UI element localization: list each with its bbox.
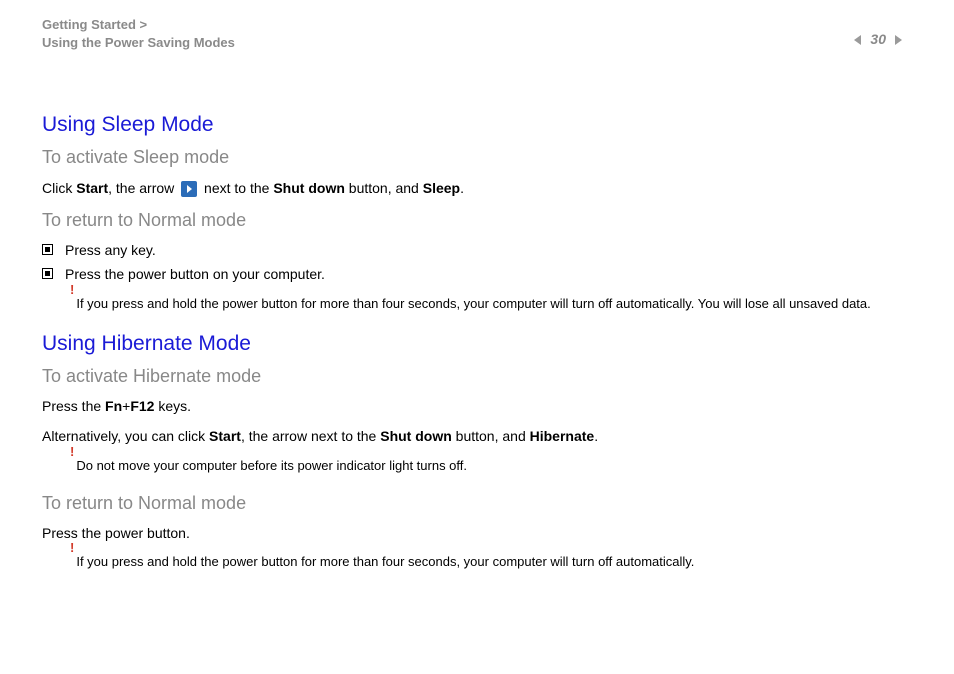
text-fragment: keys.	[154, 398, 191, 414]
text-fragment: Alternatively, you can click	[42, 428, 209, 444]
text-bold-sleep: Sleep	[423, 180, 460, 196]
arrow-button-icon	[181, 181, 197, 197]
breadcrumb: Getting Started > Using the Power Saving…	[42, 16, 912, 52]
text-bold-fn: Fn	[105, 398, 122, 414]
paragraph-press-power: Press the power button.	[42, 524, 912, 544]
paragraph-fn-f12: Press the Fn+F12 keys.	[42, 397, 912, 417]
paragraph-alternatively: Alternatively, you can click Start, the …	[42, 427, 912, 447]
warning-note-2: ! Do not move your computer before its p…	[70, 457, 912, 475]
page-header: Getting Started > Using the Power Saving…	[42, 16, 912, 52]
page-number-nav: 30	[852, 30, 904, 50]
page-content: Using Sleep Mode To activate Sleep mode …	[42, 110, 912, 588]
warning-text: Do not move your computer before its pow…	[76, 457, 467, 475]
text-bold-hibernate: Hibernate	[530, 428, 595, 444]
text-bold-start: Start	[209, 428, 241, 444]
warning-icon: !	[70, 443, 74, 461]
warning-text: If you press and hold the power button f…	[76, 553, 694, 571]
breadcrumb-line-1: Getting Started >	[42, 16, 912, 34]
subheading-activate-sleep: To activate Sleep mode	[42, 145, 912, 170]
text-bold-shutdown: Shut down	[273, 180, 345, 196]
paragraph-activate-sleep: Click Start, the arrow next to the Shut …	[42, 179, 912, 199]
text-fragment: next to the	[200, 180, 273, 196]
subheading-return-normal-1: To return to Normal mode	[42, 208, 912, 233]
subheading-activate-hibernate: To activate Hibernate mode	[42, 364, 912, 389]
text-fragment: button, and	[345, 180, 423, 196]
list-item: Press the power button on your computer.	[42, 265, 912, 285]
list-item-text: Press the power button on your computer.	[65, 265, 325, 285]
text-fragment: , the arrow	[108, 180, 178, 196]
text-fragment: .	[460, 180, 464, 196]
bullet-icon	[42, 268, 53, 279]
breadcrumb-line-2: Using the Power Saving Modes	[42, 34, 912, 52]
bullet-icon	[42, 244, 53, 255]
heading-hibernate-mode: Using Hibernate Mode	[42, 329, 912, 358]
warning-note-1: ! If you press and hold the power button…	[70, 295, 912, 313]
text-fragment: Click	[42, 180, 76, 196]
text-fragment: .	[594, 428, 598, 444]
warning-icon: !	[70, 539, 74, 557]
prev-page-icon[interactable]	[852, 34, 864, 46]
text-fragment: Press the	[42, 398, 105, 414]
list-item-text: Press any key.	[65, 241, 156, 261]
warning-text: If you press and hold the power button f…	[76, 295, 870, 313]
list-item: Press any key.	[42, 241, 912, 261]
text-bold-start: Start	[76, 180, 108, 196]
warning-icon: !	[70, 281, 74, 299]
text-fragment: button, and	[452, 428, 530, 444]
heading-sleep-mode: Using Sleep Mode	[42, 110, 912, 139]
subheading-return-normal-2: To return to Normal mode	[42, 491, 912, 516]
page-number: 30	[870, 30, 886, 50]
text-fragment: , the arrow next to the	[241, 428, 380, 444]
next-page-icon[interactable]	[892, 34, 904, 46]
text-bold-shutdown: Shut down	[380, 428, 452, 444]
text-bold-f12: F12	[130, 398, 154, 414]
page-root: Getting Started > Using the Power Saving…	[0, 0, 954, 674]
bullet-list-return-normal: Press any key. Press the power button on…	[42, 241, 912, 284]
warning-note-3: ! If you press and hold the power button…	[70, 553, 912, 571]
